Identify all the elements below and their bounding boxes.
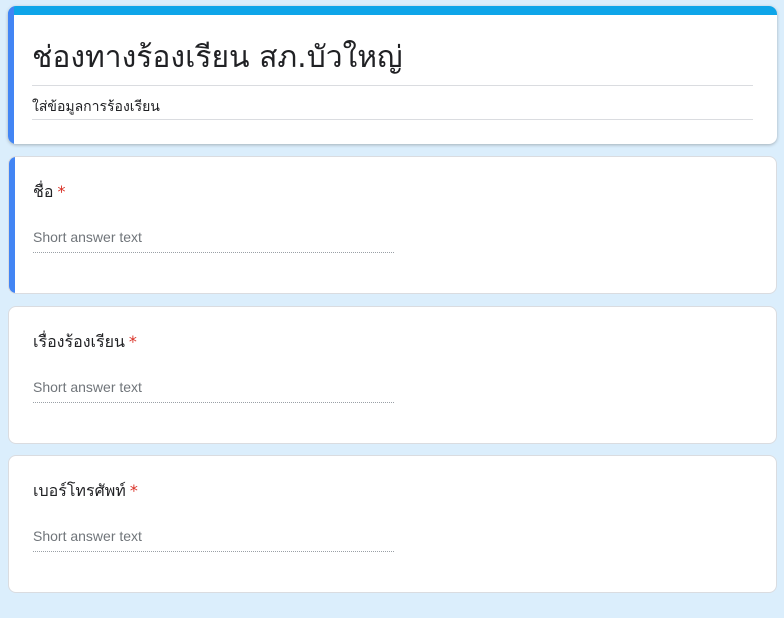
short-answer-field: Short answer text xyxy=(33,227,394,253)
question-title[interactable]: เบอร์โทรศัพท์ * xyxy=(33,480,138,502)
required-asterisk: * xyxy=(128,332,137,351)
question-title-text: เรื่องร้องเรียน xyxy=(33,332,125,351)
short-answer-field: Short answer text xyxy=(33,526,394,552)
description-underline xyxy=(32,119,753,120)
question-card-name[interactable]: ชื่อ * Short answer text xyxy=(8,156,777,294)
question-card-complaint[interactable]: เรื่องร้องเรียน * Short answer text xyxy=(8,306,777,444)
required-asterisk: * xyxy=(57,182,66,201)
selected-card-accent xyxy=(8,6,14,144)
question-title[interactable]: ชื่อ * xyxy=(33,181,65,203)
theme-color-bar xyxy=(8,6,777,15)
title-underline xyxy=(32,85,753,86)
selected-card-accent xyxy=(9,157,15,293)
form-header-card[interactable]: ช่องทางร้องเรียน สภ.บัวใหญ่ ใส่ข้อมูลการ… xyxy=(8,6,777,144)
required-asterisk: * xyxy=(129,481,138,500)
form-description[interactable]: ใส่ข้อมูลการร้องเรียน xyxy=(32,98,160,116)
question-card-phone[interactable]: เบอร์โทรศัพท์ * Short answer text xyxy=(8,455,777,593)
form-title[interactable]: ช่องทางร้องเรียน สภ.บัวใหญ่ xyxy=(32,38,403,78)
short-answer-field: Short answer text xyxy=(33,377,394,403)
question-title[interactable]: เรื่องร้องเรียน * xyxy=(33,331,137,353)
question-title-text: ชื่อ xyxy=(33,182,54,201)
question-title-text: เบอร์โทรศัพท์ xyxy=(33,481,126,500)
